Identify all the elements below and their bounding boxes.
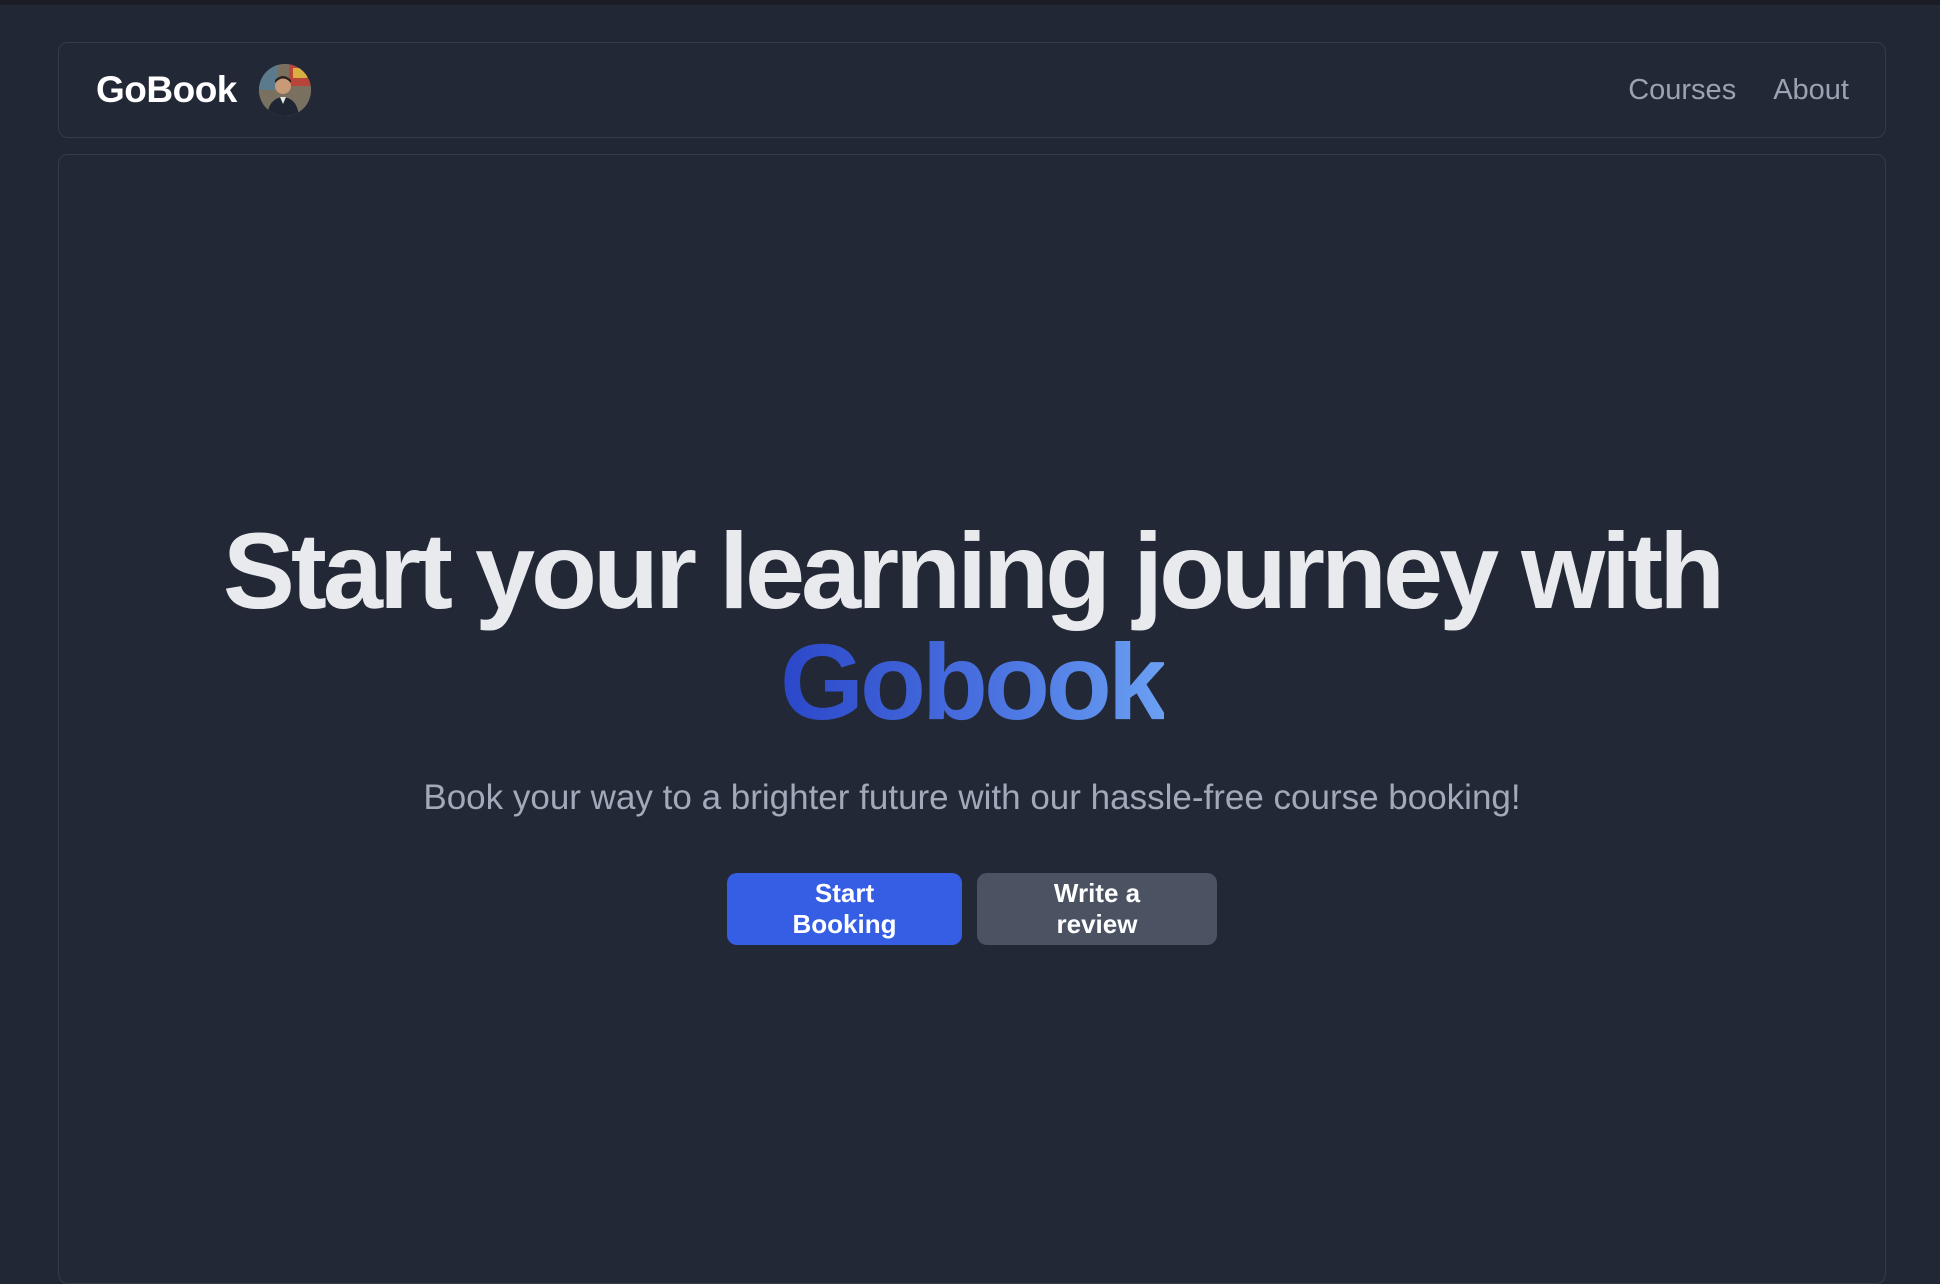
nav-links: Courses About xyxy=(1628,74,1849,107)
avatar[interactable] xyxy=(258,64,311,116)
hero-section: Start your learning journey with Gobook … xyxy=(58,154,1886,1284)
write-review-button[interactable]: Write a review xyxy=(977,873,1217,945)
navbar: GoBook Courses About xyxy=(58,42,1886,138)
hero-content: Start your learning journey with Gobook … xyxy=(59,517,1885,945)
headline-brand-highlight: Gobook xyxy=(780,621,1168,742)
hero-subtitle: Book your way to a brighter future with … xyxy=(423,778,1521,817)
brand: GoBook xyxy=(96,64,311,116)
nav-link-about[interactable]: About xyxy=(1773,74,1849,107)
start-booking-button[interactable]: Start Booking xyxy=(727,873,962,945)
brand-name[interactable]: GoBook xyxy=(96,69,237,111)
hero-headline: Start your learning journey with Gobook xyxy=(59,517,1885,736)
hero-actions: Start Booking Write a review xyxy=(59,873,1885,945)
headline-text: Start your learning journey with xyxy=(222,510,1725,631)
headline-line-2: Gobook xyxy=(59,628,1885,736)
nav-link-courses[interactable]: Courses xyxy=(1628,74,1736,107)
window-top-strip xyxy=(0,0,1940,5)
avatar-photo-icon xyxy=(258,64,311,116)
